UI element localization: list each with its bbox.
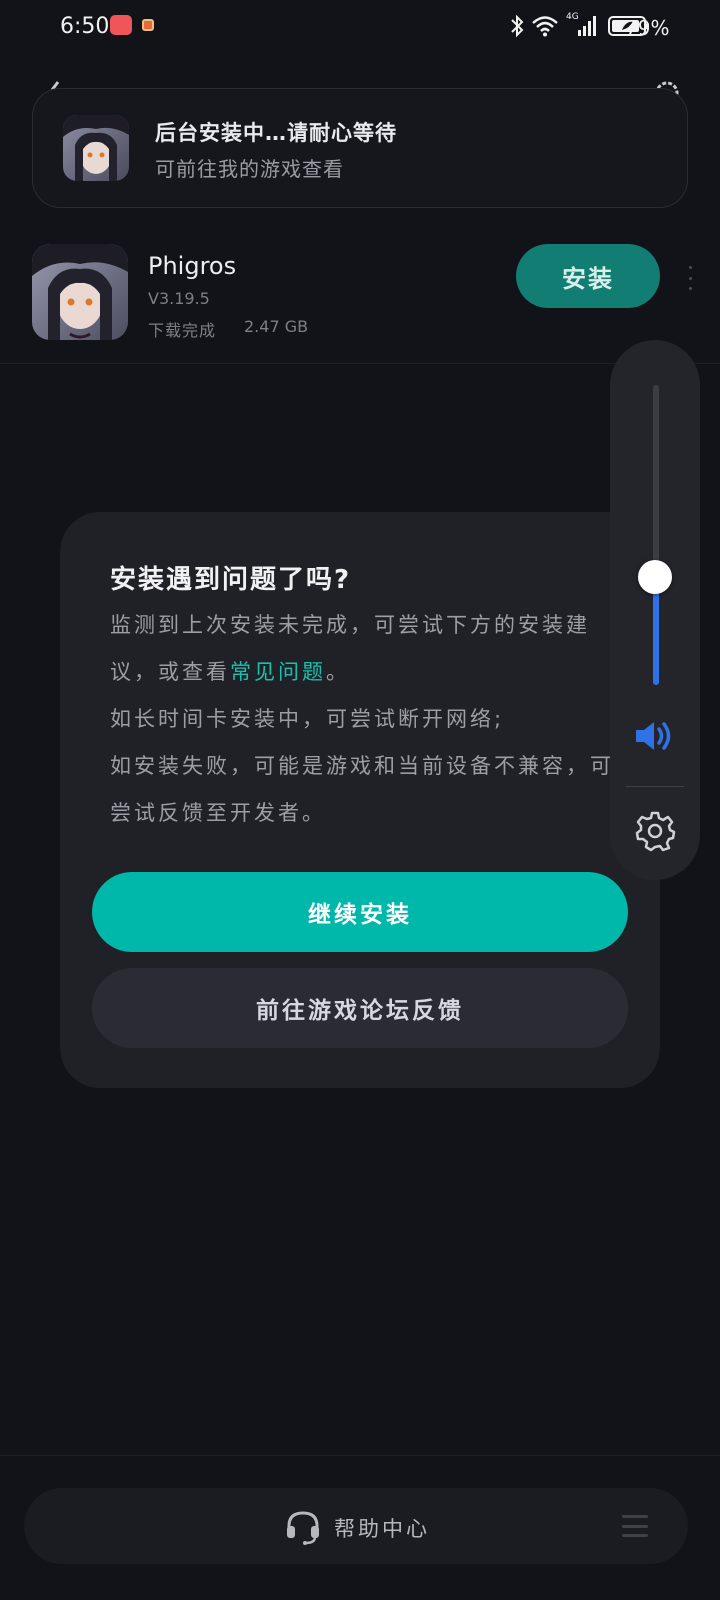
game-size: 2.47 GB: [244, 317, 309, 336]
volume-slider[interactable]: [653, 385, 659, 685]
game-list-item: Phigros V3.19.5 下载完成 2.47 GB 安装: [0, 232, 720, 364]
status-time: 6:50: [60, 14, 110, 39]
install-button[interactable]: 安装: [516, 244, 660, 308]
toast-subtitle: 可前往我的游戏查看: [155, 157, 344, 181]
dialog-body: 监测到上次安装未完成，可尝试下方的安装建议，或查看常见问题。 如长时间卡安装中，…: [110, 602, 618, 837]
forum-feedback-button[interactable]: 前往游戏论坛反馈: [92, 968, 628, 1048]
download-status: 下载完成: [148, 321, 217, 340]
notification-app-icon: [110, 15, 132, 35]
bluetooth-icon: [511, 14, 524, 38]
volume-divider: [626, 786, 684, 787]
game-icon[interactable]: [32, 244, 128, 340]
install-toast[interactable]: 后台安装中…请耐心等待 可前往我的游戏查看: [32, 88, 688, 208]
menu-icon[interactable]: [622, 1515, 648, 1537]
dialog-line-2: 如长时间卡安装中，可尝试断开网络;: [110, 707, 505, 731]
toast-title: 后台安装中…请耐心等待: [155, 121, 397, 145]
wifi-icon: [532, 16, 558, 37]
speaker-icon[interactable]: [634, 718, 676, 754]
help-center-label: 帮助中心: [334, 1517, 430, 1541]
status-bar: 6:50 4G 79%: [0, 0, 720, 56]
game-version: V3.19.5: [148, 289, 210, 308]
cellular-signal-icon: 4G: [566, 12, 600, 38]
headset-icon: [287, 1511, 319, 1545]
faq-link[interactable]: 常见问题: [230, 660, 326, 684]
screen: 6:50 4G 79% 后台安装中…请耐心等待 可前往我的游戏查看 Phigro…: [0, 0, 720, 1600]
game-name: Phigros: [148, 252, 237, 280]
volume-slider-thumb[interactable]: [638, 560, 672, 594]
volume-settings-icon[interactable]: [634, 810, 676, 852]
dialog-title: 安装遇到问题了吗?: [110, 565, 352, 595]
install-problem-dialog: 安装遇到问题了吗? 监测到上次安装未完成，可尝试下方的安装建议，或查看常见问题。…: [60, 512, 660, 1088]
game-thumbnail: [63, 115, 129, 181]
more-options-icon[interactable]: [686, 266, 694, 290]
volume-panel: [610, 340, 700, 880]
help-center-bar[interactable]: 帮助中心: [24, 1488, 688, 1564]
dialog-line-1-end: 。: [326, 660, 350, 684]
battery-percentage: 79%: [625, 16, 670, 40]
dialog-line-1: 监测到上次安装未完成，可尝试下方的安装建议，或查看: [110, 613, 590, 684]
bottom-divider: [0, 1455, 720, 1456]
dialog-line-3: 如安装失败，可能是游戏和当前设备不兼容，可尝试反馈至开发者。: [110, 754, 614, 825]
continue-install-button[interactable]: 继续安装: [92, 872, 628, 952]
notification-app-icon-2: [142, 19, 154, 31]
